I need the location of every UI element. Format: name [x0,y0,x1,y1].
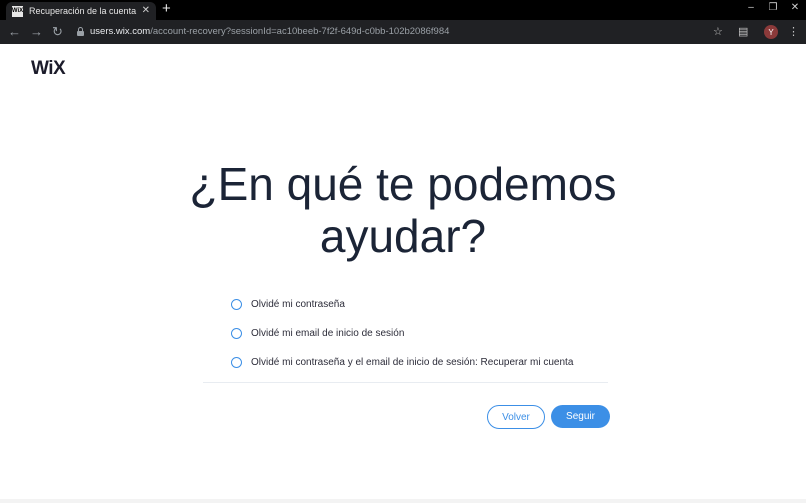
minimize-icon[interactable]: – [740,0,762,14]
tab-title: Recuperación de la cuenta [29,6,137,16]
option-label: Olvidé mi contraseña y el email de inici… [251,357,574,368]
url-path: /account-recovery?sessionId=ac10beeb-7f2… [150,26,450,37]
page-title-line1: ¿En qué te podemos [189,158,617,210]
address-bar: ← → ↻ users.wix.com/account-recovery?ses… [0,20,806,44]
reload-icon[interactable]: ↻ [52,24,63,40]
page-title: ¿En qué te podemos ayudar? [150,158,656,262]
bookmark-star-icon[interactable]: ☆ [713,24,723,40]
option-label: Olvidé mi contraseña [251,299,345,310]
menu-icon[interactable]: ⋮ [788,24,799,40]
radio-button[interactable] [231,328,242,339]
option-recover-account[interactable]: Olvidé mi contraseña y el email de inici… [231,348,573,377]
profile-avatar[interactable]: Y [764,25,778,39]
url-field[interactable]: users.wix.com/account-recovery?sessionId… [90,26,449,37]
bottom-strip [0,499,806,503]
wix-favicon-icon: WiX [12,5,23,17]
close-tab-icon[interactable]: ✕ [142,5,150,17]
browser-tab[interactable]: WiX Recuperación de la cuenta ✕ [6,2,156,20]
new-tab-icon[interactable]: + [162,1,171,17]
page-title-line2: ayudar? [319,210,487,262]
forward-arrow-icon[interactable]: → [30,24,43,40]
window-controls: – ❐ ✕ [740,0,806,14]
lock-icon [77,27,84,36]
back-button[interactable]: Volver [487,405,545,429]
option-label: Olvidé mi email de inicio de sesión [251,328,405,339]
url-host: users.wix.com [90,26,151,37]
divider [203,382,608,383]
restore-icon[interactable]: ❐ [762,0,784,14]
recovery-options: Olvidé mi contraseña Olvidé mi email de … [231,290,573,377]
extension-icon[interactable]: ▤ [738,24,748,40]
browser-tab-strip: WiX Recuperación de la cuenta ✕ + – ❐ ✕ [0,0,806,20]
option-forgot-email[interactable]: Olvidé mi email de inicio de sesión [231,319,573,348]
radio-button[interactable] [231,357,242,368]
radio-button[interactable] [231,299,242,310]
back-arrow-icon[interactable]: ← [8,24,21,40]
next-button[interactable]: Seguir [551,405,610,428]
close-window-icon[interactable]: ✕ [784,0,806,14]
wix-logo[interactable]: WiX [31,58,66,80]
option-forgot-password[interactable]: Olvidé mi contraseña [231,290,573,319]
